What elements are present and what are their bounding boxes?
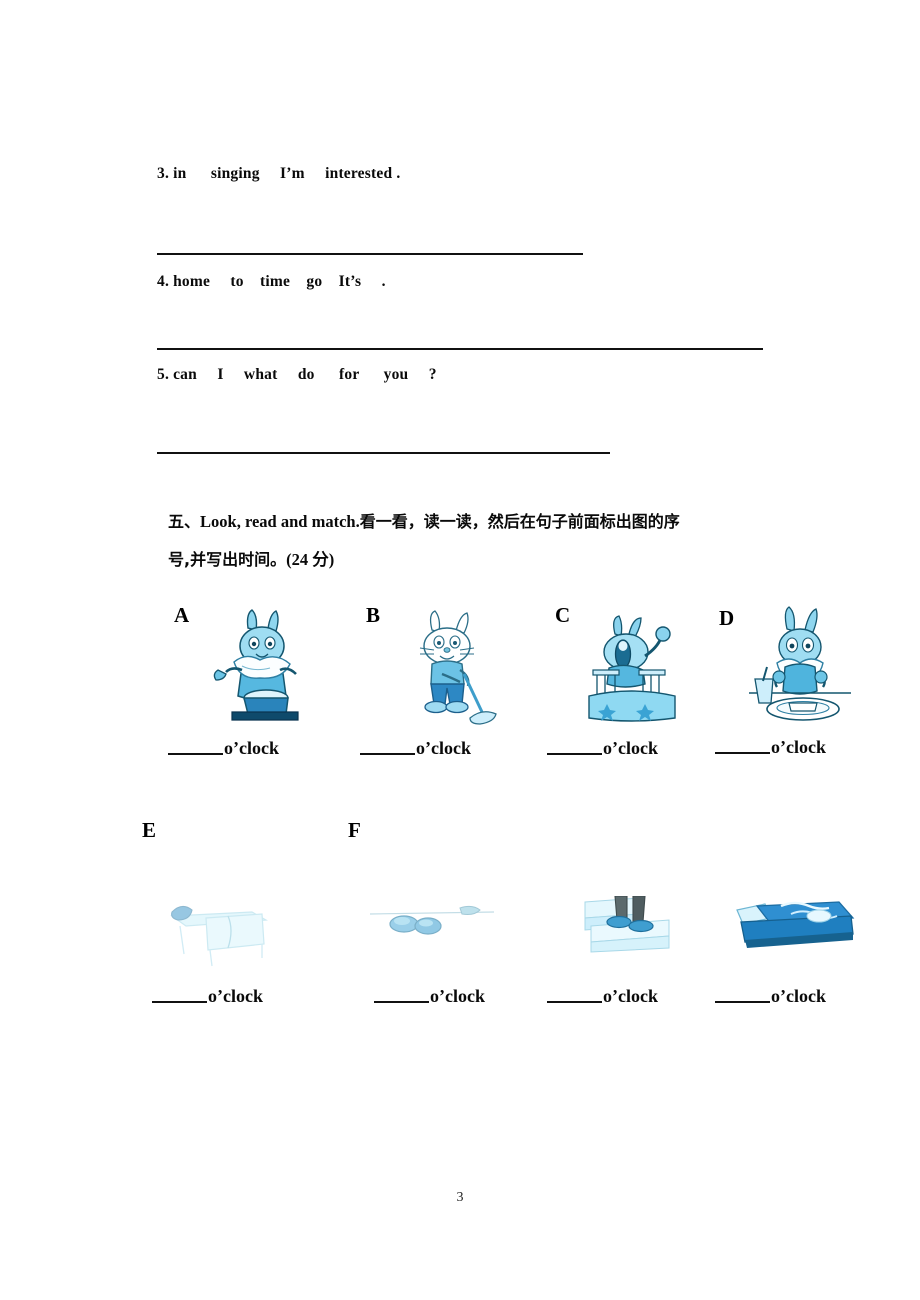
answer-blank-b[interactable]: o’clock xyxy=(360,738,471,759)
answer-rule-5[interactable] xyxy=(157,452,610,454)
scramble-item-4: 4. home to time go It’s . xyxy=(157,273,386,290)
picture-cell-c: C o’clock xyxy=(547,600,723,765)
faded-desk-chair-icon xyxy=(166,858,281,973)
answer-blank-d[interactable]: o’clock xyxy=(715,737,826,758)
picture-cell-e: E o’clock xyxy=(142,818,322,1018)
answer-blank-a[interactable]: o’clock xyxy=(168,738,279,759)
blue-bed-icon xyxy=(733,896,861,954)
answer-blank-f[interactable]: o’clock xyxy=(374,986,485,1007)
section-score: (24 分) xyxy=(286,550,335,569)
picture-label-a: A xyxy=(174,603,190,627)
blank-rule-b[interactable] xyxy=(360,739,415,755)
section-title-cn-line2: 号,并写出时间。 xyxy=(168,550,287,569)
picture-cell-8: o’clock xyxy=(715,818,895,1018)
section-five-heading: 五、Look, read and match.看一看，读一读，然后在句子前面标出… xyxy=(168,503,858,579)
faded-shoes-icon xyxy=(368,896,498,952)
oclock-label-d: o’clock xyxy=(771,737,826,757)
picture-label-c: C xyxy=(555,603,571,627)
blank-rule-a[interactable] xyxy=(168,739,223,755)
picture-label-f: F xyxy=(348,818,361,842)
oclock-label-7: o’clock xyxy=(603,986,658,1006)
answer-blank-7[interactable]: o’clock xyxy=(547,986,658,1007)
answer-rule-4[interactable] xyxy=(157,348,763,350)
rabbit-eating-meal-icon xyxy=(741,605,859,725)
picture-cell-7: o’clock xyxy=(547,818,733,1018)
blank-rule-f[interactable] xyxy=(374,987,429,1003)
oclock-label-c: o’clock xyxy=(603,738,658,758)
oclock-label-8: o’clock xyxy=(771,986,826,1006)
oclock-label-f: o’clock xyxy=(430,986,485,1006)
section-marker: 五、 xyxy=(168,512,201,531)
picture-label-d: D xyxy=(719,606,735,630)
section-title-cn-line1: 看一看，读一读，然后在句子前面标出图的序 xyxy=(359,512,680,531)
blank-rule-8[interactable] xyxy=(715,987,770,1003)
exam-page: 3. in singing I’m interested . 4. home t… xyxy=(0,0,920,1300)
scramble-item-5: 5. can I what do for you ? xyxy=(157,366,437,383)
oclock-label-b: o’clock xyxy=(416,738,471,758)
blank-rule-d[interactable] xyxy=(715,738,770,754)
picture-cell-f: F o’clock xyxy=(348,818,528,1018)
picture-label-b: B xyxy=(366,603,381,627)
oclock-label-e: o’clock xyxy=(208,986,263,1006)
picture-label-e: E xyxy=(142,818,157,842)
picture-cell-b: B o’clock xyxy=(360,600,535,765)
rabbit-waking-up-in-bed-icon xyxy=(581,612,686,724)
scramble-item-3: 3. in singing I’m interested . xyxy=(157,165,401,182)
blank-rule-7[interactable] xyxy=(547,987,602,1003)
blank-rule-c[interactable] xyxy=(547,739,602,755)
answer-blank-e[interactable]: o’clock xyxy=(152,986,263,1007)
answer-blank-c[interactable]: o’clock xyxy=(547,738,658,759)
legs-on-stairs-icon xyxy=(581,896,686,954)
rabbit-washing-face-icon xyxy=(202,608,320,726)
page-number: 3 xyxy=(456,1190,464,1205)
picture-cell-a: A o’clock xyxy=(168,600,343,765)
blank-rule-e[interactable] xyxy=(152,987,207,1003)
picture-cell-d: D o’clock xyxy=(715,600,885,765)
rabbit-mopping-floor-icon xyxy=(390,608,510,728)
answer-rule-3[interactable] xyxy=(157,253,583,255)
oclock-label-a: o’clock xyxy=(224,738,279,758)
answer-blank-8[interactable]: o’clock xyxy=(715,986,826,1007)
section-title-en: Look, read and match. xyxy=(200,512,360,531)
